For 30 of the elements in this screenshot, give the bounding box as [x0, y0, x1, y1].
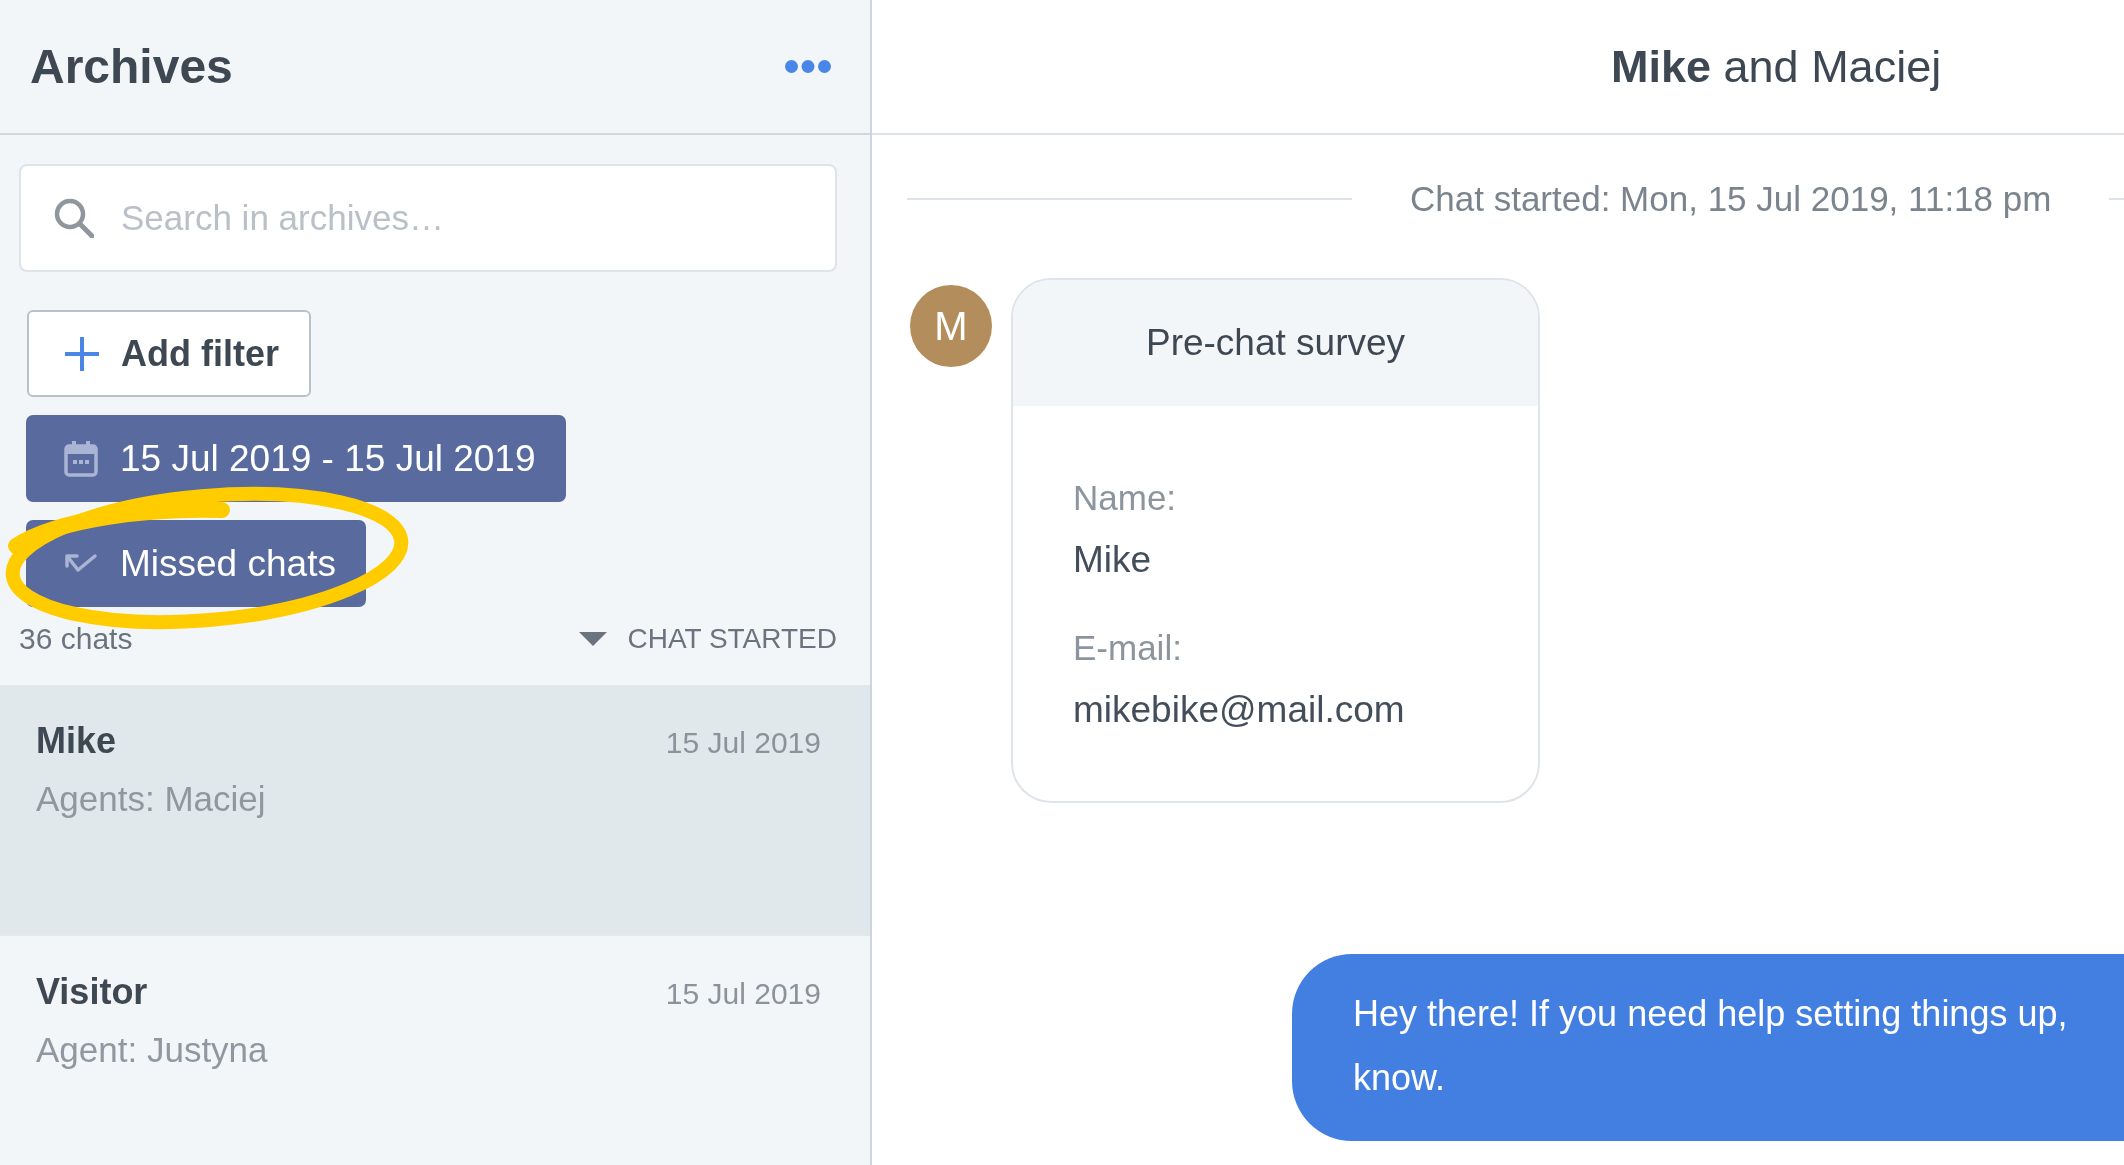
- chat-count: 36 chats: [19, 622, 133, 656]
- chat-name: Mike: [36, 719, 117, 763]
- message-bubble: Hey there! If you need help setting things up, know.: [1292, 954, 2124, 1141]
- chat-name: Visitor: [36, 970, 148, 1014]
- bent-arrow-icon: [64, 552, 98, 575]
- more-icon[interactable]: [785, 60, 831, 73]
- panel-title: Archives: [30, 39, 233, 94]
- conversation-title: Mike and Maciej: [1611, 40, 1942, 93]
- field-value: Mike: [1073, 538, 1152, 582]
- field-label: E-mail:: [1073, 627, 1182, 669]
- chat-date: 15 Jul 2019: [665, 725, 821, 761]
- add-filter-button[interactable]: Add filter: [27, 310, 311, 397]
- chat-agents: Agents: Maciej: [36, 778, 266, 820]
- field-label: Name:: [1073, 477, 1177, 519]
- sort-button[interactable]: CHAT STARTED: [579, 623, 837, 655]
- field-value: mikebike@mail.com: [1073, 688, 1405, 732]
- search-field[interactable]: Search in archives…: [19, 164, 837, 272]
- survey-title: Pre-chat survey: [1145, 322, 1406, 364]
- calendar-icon: [64, 440, 98, 477]
- caret-icon: [579, 632, 608, 646]
- avatar: M: [910, 285, 992, 367]
- plus-icon: [65, 336, 99, 371]
- chat-started-label: Chat started: Mon, 15 Jul 2019, 11:18 pm: [1410, 179, 2052, 219]
- chat-agents: Agent: Justyna: [36, 1029, 268, 1071]
- chat-list-item[interactable]: Visitor 15 Jul 2019 Agent: Justyna: [0, 936, 870, 1165]
- chat-date: 15 Jul 2019: [665, 976, 821, 1012]
- filter-chip[interactable]: Missed chats: [26, 520, 366, 607]
- search-icon: [54, 198, 94, 238]
- chat-list-item[interactable]: Mike 15 Jul 2019 Agents: Maciej: [0, 685, 870, 936]
- filter-chip[interactable]: 15 Jul 2019 - 15 Jul 2019: [26, 415, 566, 502]
